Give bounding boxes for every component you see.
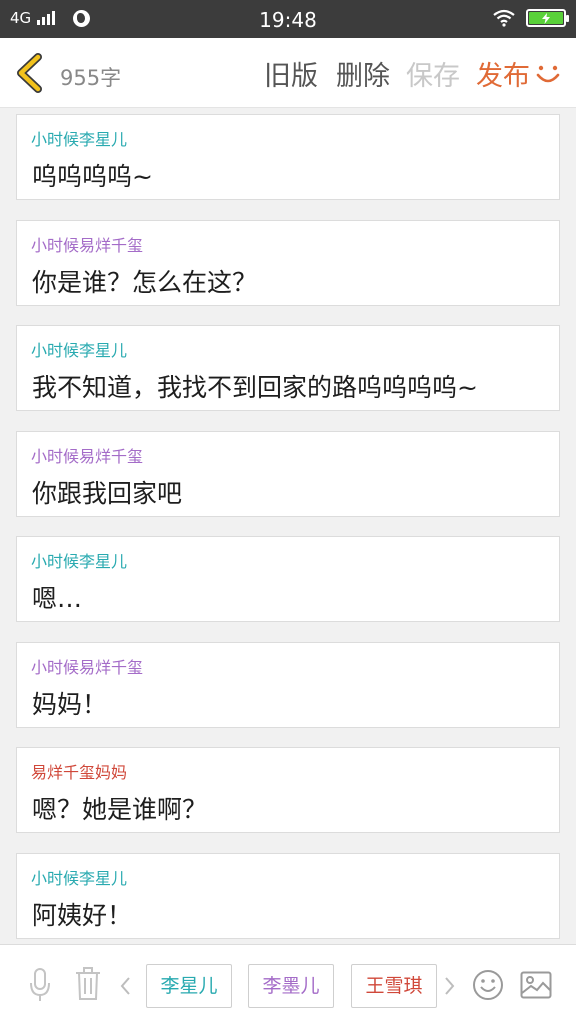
old-version-button[interactable]: 旧版 (264, 54, 318, 93)
trash-icon[interactable] (74, 967, 102, 1001)
message-card[interactable]: 小时候易烊千玺妈妈！ (16, 641, 560, 728)
speaker-name: 易烊千玺妈妈 (31, 763, 128, 782)
message-text: 妈妈！ (32, 689, 108, 719)
emoji-icon[interactable] (472, 969, 504, 1001)
save-button[interactable]: 保存 (406, 54, 460, 93)
message-card[interactable]: 小时候李星儿嗯… (16, 536, 560, 622)
message-text: 阿姨好！ (32, 900, 133, 930)
status-bar: 4G 19:48 (0, 0, 576, 38)
delete-button[interactable]: 删除 (336, 54, 390, 93)
chevron-left-icon (17, 53, 42, 93)
editor-toolbar: 955字 旧版 删除 保存 发布 (0, 38, 576, 108)
image-icon[interactable] (520, 971, 552, 999)
character-chip[interactable]: 李墨儿 (248, 964, 334, 1008)
message-card[interactable]: 小时候李星儿我不知道，我找不到回家的路呜呜呜呜~ (16, 325, 560, 411)
back-button[interactable] (12, 52, 48, 94)
message-text: 我不知道，我找不到回家的路呜呜呜呜~ (32, 373, 478, 402)
speaker-name: 小时候李星儿 (31, 552, 128, 571)
next-characters-button[interactable] (444, 976, 456, 996)
status-time: 19:48 (259, 8, 317, 32)
speaker-name: 小时候李星儿 (31, 868, 128, 888)
smile-button[interactable] (534, 60, 562, 88)
bottom-toolbar: 李星儿 李墨儿 王雪琪 (0, 944, 576, 1024)
message-card[interactable]: 小时候李星儿阿姨好！ (16, 852, 560, 939)
message-text: 嗯… (32, 584, 83, 613)
smile-icon (536, 65, 560, 83)
battery-level (529, 12, 563, 24)
speaker-name: 小时候李星儿 (31, 341, 128, 360)
message-text: 呜呜呜呜~ (32, 162, 153, 191)
message-card[interactable]: 小时候易烊千玺你是谁？怎么在这？ (16, 219, 560, 306)
message-card[interactable]: 易烊千玺妈妈嗯？她是谁啊？ (16, 747, 560, 833)
status-right (492, 9, 569, 27)
publish-button[interactable]: 发布 (476, 54, 530, 93)
message-list: 小时候李星儿 呜呜呜呜~ 小时候易烊千玺 你是谁？怎么在这？ 小时候李星儿 我不知道，我找… (0, 108, 576, 944)
character-chip[interactable]: 王雪琪 (351, 964, 437, 1008)
speaker-name: 小时候易烊千玺 (31, 235, 144, 255)
lightning-bolt-icon (542, 12, 550, 24)
speaker-name: 小时候易烊千玺 (31, 446, 144, 466)
wifi-icon (493, 9, 515, 27)
speaker-name: 小时候李星儿 (31, 130, 128, 149)
message-text: 你是谁？怎么在这？ (32, 267, 258, 297)
message-text: 你跟我回家吧 (32, 478, 183, 508)
microphone-icon[interactable] (28, 967, 52, 1003)
character-chip[interactable]: 李星儿 (146, 964, 232, 1008)
message-card[interactable]: 小时候李星儿呜呜呜呜~ (16, 114, 560, 200)
message-text: 嗯？她是谁啊？ (32, 795, 208, 824)
word-count: 955字 (60, 66, 122, 90)
prev-characters-button[interactable] (119, 976, 131, 996)
message-card[interactable]: 小时候易烊千玺你跟我回家吧 (16, 430, 560, 517)
battery-icon (526, 9, 569, 27)
speaker-name: 小时候易烊千玺 (31, 657, 144, 677)
